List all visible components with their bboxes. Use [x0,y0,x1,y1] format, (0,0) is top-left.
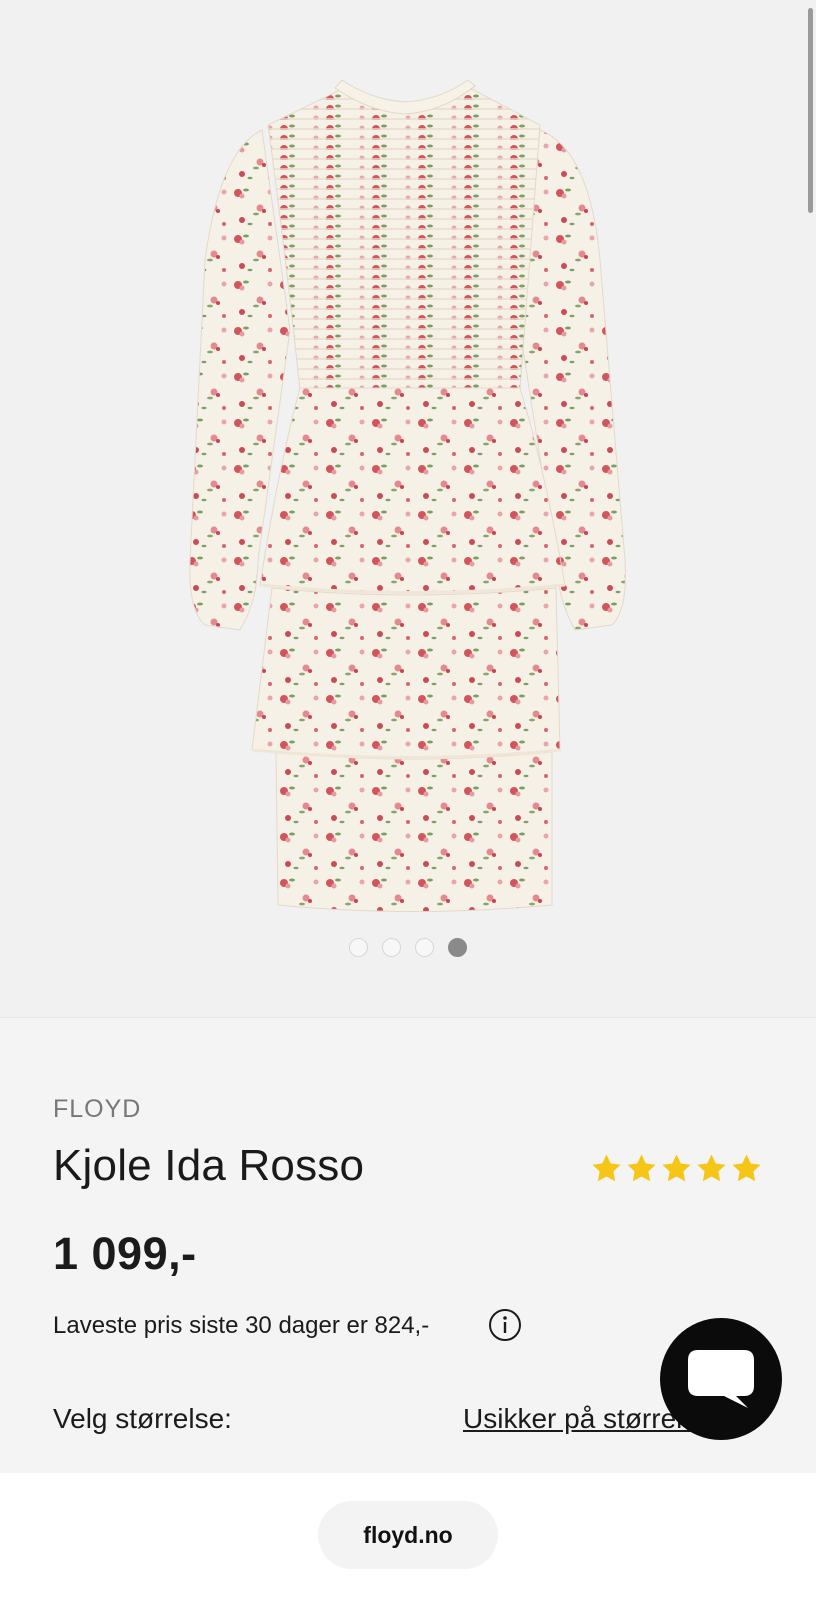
chat-button[interactable] [660,1318,782,1440]
star-icon [662,1154,691,1182]
size-select-label: Velg størrelse: [53,1403,232,1434]
rating-stars[interactable] [590,1152,763,1185]
lowest-price-note: Laveste pris siste 30 dager er 824,- [53,1312,430,1339]
gallery-dot-2[interactable] [382,938,401,957]
address-bar[interactable]: floyd.no [318,1501,498,1569]
chat-icon [688,1350,754,1408]
star-icon [592,1154,621,1182]
brand-name[interactable]: FLOYD [53,1095,141,1124]
scrollbar[interactable] [808,8,813,213]
product-image-gallery[interactable] [0,0,816,1018]
star-icon [627,1154,656,1182]
star-icon [732,1154,761,1182]
product-title: Kjole Ida Rosso [53,1141,365,1190]
gallery-dot-3[interactable] [415,938,434,957]
product-image[interactable] [0,0,816,940]
gallery-dot-4[interactable] [448,938,467,957]
gallery-pagination [0,938,816,960]
gallery-dot-1[interactable] [349,938,368,957]
info-icon[interactable] [488,1308,522,1342]
product-price: 1 099,- [53,1228,197,1279]
browser-bottom-bar: floyd.no [0,1473,816,1600]
star-icon [697,1154,726,1182]
